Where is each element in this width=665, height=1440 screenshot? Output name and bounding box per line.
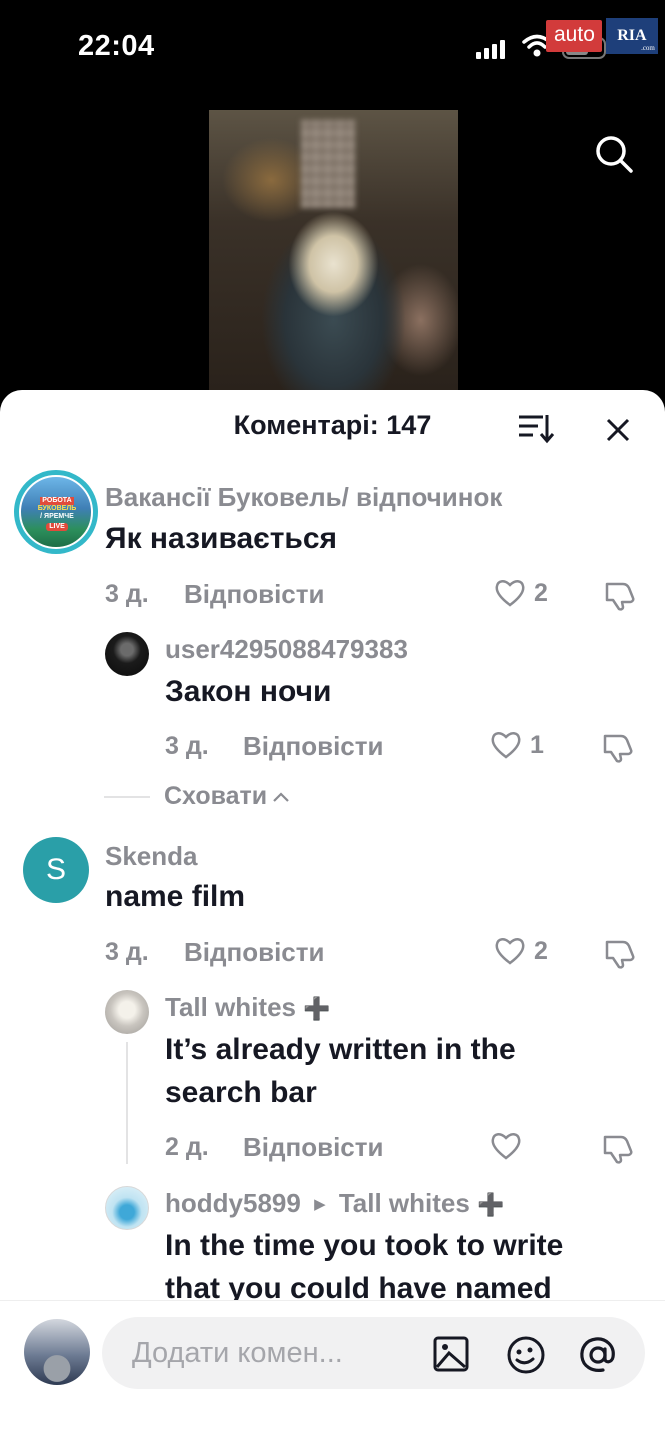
avatar[interactable]: S <box>23 837 89 903</box>
dislike-icon <box>603 1135 633 1164</box>
status-bar: 22:04 auto RIA .com <box>0 0 665 100</box>
blurred-face <box>301 120 355 208</box>
reply-text: Закон ночи <box>165 675 332 708</box>
reply-time: 3 д. <box>165 732 209 760</box>
comment-author[interactable]: Вакансії Буковель/ відпочинок <box>105 482 502 513</box>
emoji-icon[interactable] <box>506 1335 546 1375</box>
follow-plus-icon: ➕ <box>477 1192 505 1217</box>
avatar-logo: РОБОТА БУКОВЕЛЬ / ЯРЕМЧЕ LIVE <box>19 475 93 549</box>
sort-button[interactable] <box>516 412 556 444</box>
comments-sheet: Коментарі: 147 РОБОТА БУКОВЕЛЬ / ЯРЕМЧЕ <box>0 390 665 1440</box>
search-button[interactable] <box>590 130 638 178</box>
comments-header: Коментарі: 147 <box>0 390 665 462</box>
reply-arrow-icon: ▶ <box>314 1196 326 1213</box>
comment-text: name film <box>105 880 246 913</box>
comment-input-bar: Додати комен... <box>0 1300 665 1440</box>
dislike-button[interactable] <box>604 579 636 616</box>
avatar[interactable] <box>105 990 149 1034</box>
comment-input[interactable]: Додати комен... <box>102 1317 645 1389</box>
hide-replies-button[interactable]: Сховати <box>104 782 291 811</box>
dislike-icon <box>603 734 633 763</box>
like-button[interactable]: 2 <box>494 578 548 608</box>
heart-icon <box>495 580 525 607</box>
avatar[interactable]: РОБОТА БУКОВЕЛЬ / ЯРЕМЧЕ LIVE <box>14 470 98 554</box>
watermark-ria: RIA .com <box>605 18 658 54</box>
watermark-logo: auto RIA .com <box>546 18 658 54</box>
comment-time: 3 д. <box>105 580 149 608</box>
reply-button[interactable]: Відповісти <box>243 731 383 762</box>
reply-text: It’s already written in the search bar <box>165 1033 516 1109</box>
thread-line <box>126 1042 128 1164</box>
like-button[interactable] <box>490 1131 522 1161</box>
comments-title: Коментарі: 147 <box>233 410 432 440</box>
reply-time: 2 д. <box>165 1133 209 1161</box>
image-icon[interactable] <box>432 1335 470 1373</box>
like-count: 1 <box>530 730 544 759</box>
reply-button[interactable]: Відповісти <box>184 937 324 968</box>
comment-time: 3 д. <box>105 938 149 966</box>
status-time: 22:04 <box>78 30 155 62</box>
heart-icon <box>491 1133 521 1160</box>
dislike-button[interactable] <box>602 1132 634 1169</box>
dislike-button[interactable] <box>602 731 634 768</box>
heart-icon <box>491 732 521 759</box>
reply-author[interactable]: hoddy5899 ▶ Tall whites ➕ <box>165 1188 504 1219</box>
reply-author[interactable]: user4295088479383 <box>165 634 408 665</box>
avatar[interactable] <box>105 1186 149 1230</box>
like-button[interactable]: 1 <box>490 730 544 760</box>
dislike-icon <box>605 582 635 611</box>
follow-plus-icon: ➕ <box>303 996 331 1021</box>
comment-input-placeholder: Додати комен... <box>132 1337 343 1369</box>
like-count: 2 <box>534 936 548 965</box>
dislike-icon <box>605 940 635 969</box>
close-button[interactable] <box>600 412 636 448</box>
chevron-up-icon <box>273 791 289 802</box>
sort-icon <box>519 415 555 444</box>
watermark-auto: auto <box>546 20 602 52</box>
reply-button[interactable]: Відповісти <box>243 1132 383 1163</box>
dislike-button[interactable] <box>604 937 636 974</box>
search-icon <box>596 136 633 173</box>
my-avatar[interactable] <box>24 1319 90 1385</box>
like-button[interactable]: 2 <box>494 936 548 966</box>
mention-icon[interactable] <box>578 1335 618 1375</box>
heart-icon <box>495 938 525 965</box>
video-player[interactable] <box>209 110 458 390</box>
avatar-letter: S <box>45 853 66 886</box>
reply-button[interactable]: Відповісти <box>184 579 324 610</box>
reply-author[interactable]: Tall whites ➕ <box>165 992 331 1023</box>
avatar[interactable] <box>105 632 149 676</box>
comment-text: Як називається <box>105 522 338 555</box>
reply-text: In the time you took to write that you c… <box>165 1229 564 1305</box>
cellular-signal-icon <box>476 39 505 59</box>
like-count: 2 <box>534 578 548 607</box>
close-icon <box>606 418 630 442</box>
comment-author[interactable]: Skenda <box>105 841 198 872</box>
hide-replies-label: Сховати <box>164 782 268 810</box>
